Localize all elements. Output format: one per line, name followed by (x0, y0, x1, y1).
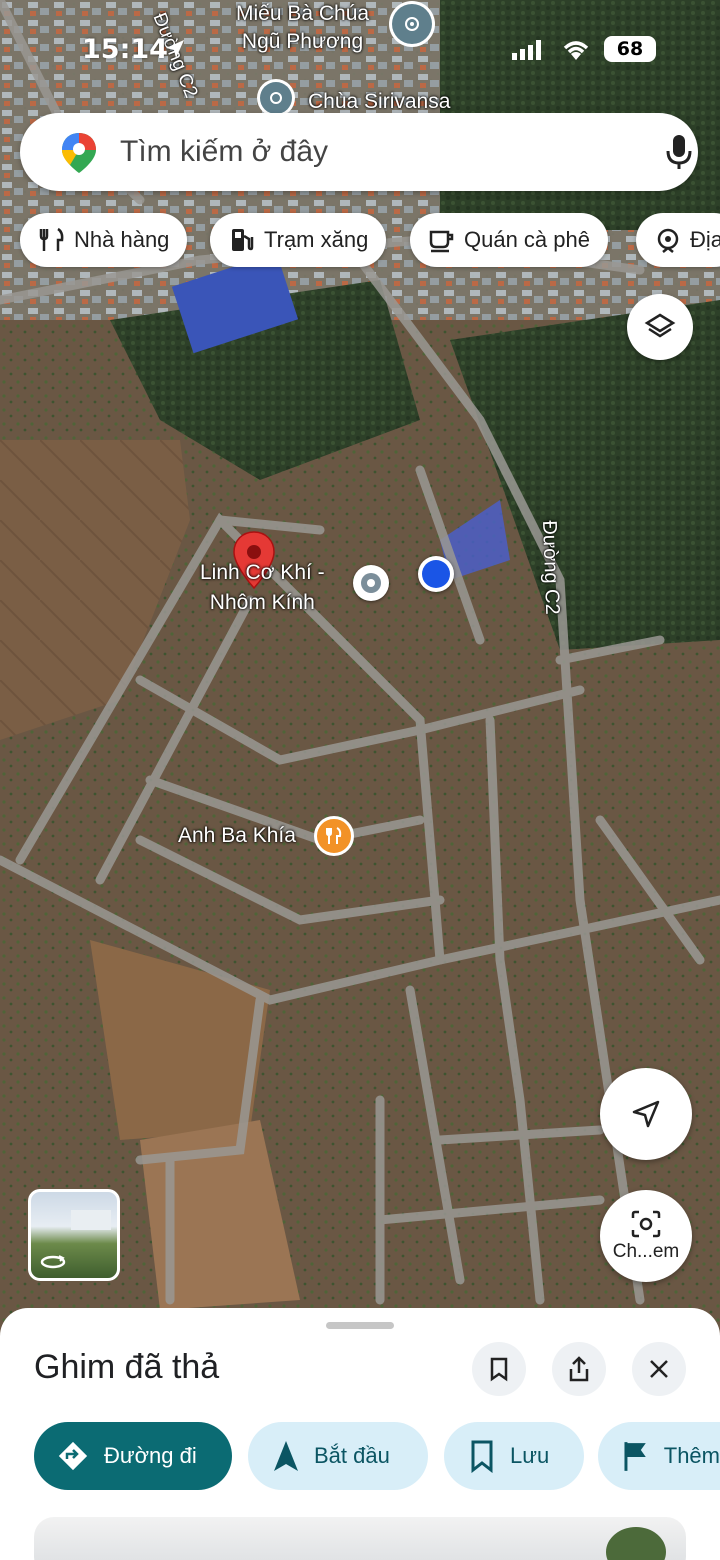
attractions-icon (657, 228, 679, 253)
fork-knife-icon (39, 227, 64, 251)
layers-button[interactable] (627, 294, 693, 360)
directions-label: Đường đi (104, 1443, 197, 1468)
my-location-button[interactable] (600, 1068, 692, 1160)
chip-attractions[interactable]: Địa (636, 213, 720, 267)
share-icon (569, 1356, 589, 1382)
save-icon-button[interactable] (472, 1342, 526, 1396)
road-label-right: Đường C2 (538, 520, 564, 616)
lens-button-label: Ch...em (612, 1241, 680, 1262)
dropped-place-label[interactable]: Linh Cơ Khí - Nhôm Kính (200, 558, 325, 618)
directions-icon (58, 1441, 88, 1471)
wifi-icon (563, 41, 589, 60)
pagoda-label[interactable]: Chùa Sirivansa (308, 90, 450, 114)
pagoda-poi-icon[interactable] (260, 82, 292, 114)
street-view-360-icon (40, 1255, 66, 1269)
place-photo[interactable] (34, 1517, 686, 1560)
street-view-thumbnail[interactable] (28, 1189, 120, 1281)
chip-restaurants[interactable]: Nhà hàng (20, 213, 188, 267)
save-label: Lưu (510, 1443, 550, 1468)
more-button[interactable]: Thêm (598, 1422, 720, 1490)
share-button[interactable] (552, 1342, 606, 1396)
status-bar: 15:14 68 (0, 30, 720, 70)
search-bar[interactable]: Tìm kiếm ở đây (20, 113, 698, 191)
status-time: 15:14 (82, 34, 168, 65)
directions-button[interactable]: Đường đi (34, 1422, 232, 1490)
lens-button[interactable]: Ch...em (600, 1190, 692, 1282)
layers-icon (644, 313, 676, 338)
battery-indicator: 68 (604, 36, 656, 62)
chip-label: Quán cà phê (464, 227, 590, 252)
location-arrow-icon (166, 40, 184, 58)
chip-label: Địa (690, 227, 720, 252)
maps-logo-icon (62, 133, 96, 173)
chip-coffee[interactable]: Quán cà phê (410, 213, 608, 267)
category-chips: Nhà hàng Trạm xăng Quán cà phê Địa (0, 213, 720, 267)
start-button[interactable]: Bắt đầu (248, 1422, 428, 1490)
restaurant-poi-icon[interactable] (314, 816, 354, 856)
start-label: Bắt đầu (314, 1443, 390, 1468)
coffee-icon (429, 230, 454, 253)
gas-station-icon (232, 229, 254, 251)
navigation-icon (274, 1441, 298, 1471)
save-button[interactable]: Lưu (444, 1422, 584, 1490)
sheet-drag-handle[interactable] (326, 1322, 394, 1329)
sheet-title: Ghim đã thả (34, 1348, 220, 1386)
bookmark-icon (490, 1357, 508, 1382)
cellular-signal-icon (512, 40, 541, 60)
bookmark-icon (471, 1440, 493, 1473)
search-placeholder[interactable]: Tìm kiếm ở đây (120, 135, 328, 169)
chip-label: Nhà hàng (74, 227, 170, 252)
close-icon (650, 1360, 668, 1378)
my-location-dot (418, 556, 454, 592)
microphone-icon[interactable] (664, 133, 694, 171)
navigation-arrow-icon (632, 1100, 660, 1128)
lens-camera-icon (631, 1210, 661, 1238)
chip-gas-stations[interactable]: Trạm xăng (210, 213, 387, 267)
restaurant-label[interactable]: Anh Ba Khía (178, 824, 296, 848)
place-marker-icon[interactable] (353, 565, 389, 601)
flag-icon (624, 1442, 646, 1471)
chip-label: Trạm xăng (264, 227, 369, 252)
close-button[interactable] (632, 1342, 686, 1396)
more-label: Thêm (663, 1443, 720, 1468)
